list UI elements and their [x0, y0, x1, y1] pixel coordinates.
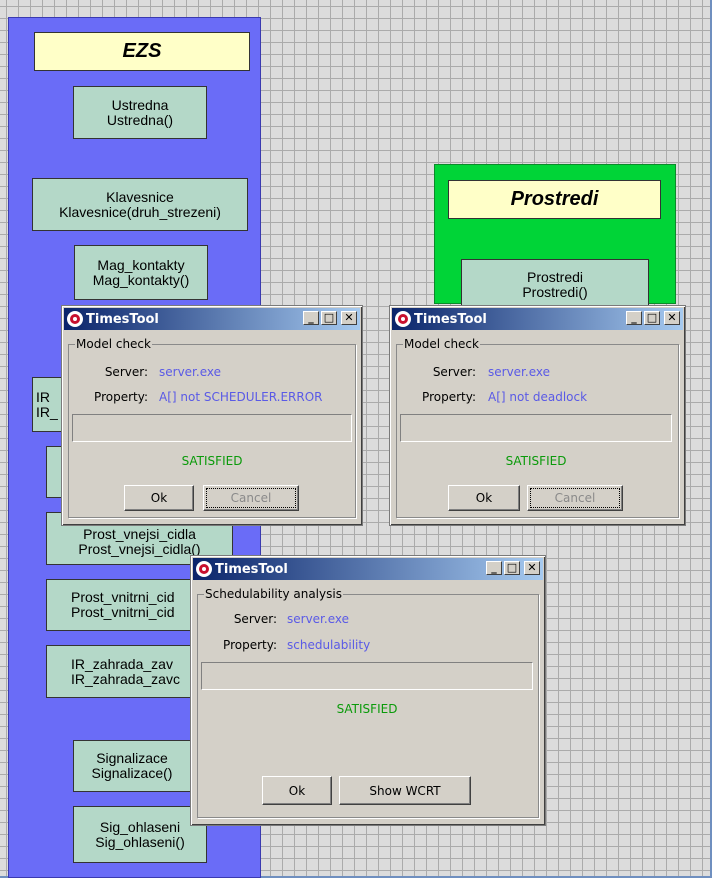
- process-mag-kontakty[interactable]: Mag_kontakty Mag_kontakty(): [74, 245, 208, 300]
- process-signalizace[interactable]: Signalizace Signalizace(): [73, 740, 191, 792]
- process-name: Prost_vnitrni_cid: [71, 589, 175, 605]
- process-call: IR_: [36, 403, 58, 420]
- server-label: Server:: [432, 365, 476, 379]
- group-label: Model check: [75, 337, 152, 351]
- maximize-button[interactable]: □: [644, 311, 660, 325]
- property-value: schedulability: [287, 638, 371, 652]
- dialog-schedulability-analysis[interactable]: TimesTool _ □ ✕ Schedulability analysis …: [190, 555, 546, 826]
- ok-button[interactable]: Ok: [124, 485, 194, 511]
- process-call: IR_zahrada_zavc: [71, 670, 180, 687]
- process-call: Klavesnice(druh_strezeni): [59, 203, 221, 220]
- dialog-model-check-scheduler[interactable]: TimesTool _ □ ✕ Model check Server: serv…: [61, 305, 363, 526]
- dialog-title: TimesTool: [414, 311, 487, 327]
- status-text: SATISFIED: [181, 454, 243, 468]
- system-ezs-title[interactable]: EZS: [34, 32, 250, 71]
- process-name: Signalizace: [96, 750, 168, 766]
- minimize-button[interactable]: _: [626, 311, 642, 325]
- maximize-button[interactable]: □: [504, 561, 520, 575]
- process-call: Prost_vnejsi_cidla(): [78, 541, 201, 557]
- property-label: Property:: [223, 638, 277, 652]
- minimize-button[interactable]: _: [486, 561, 502, 575]
- server-value: server.exe: [488, 365, 550, 379]
- server-label: Server:: [104, 365, 148, 379]
- process-ir-zahrada[interactable]: IR_zahrada_zav IR_zahrada_zavc: [46, 645, 194, 698]
- times-tool-icon: [196, 561, 212, 577]
- property-label: Property:: [422, 390, 476, 404]
- server-value: server.exe: [287, 612, 349, 626]
- dialog-title: TimesTool: [215, 561, 288, 577]
- close-button[interactable]: ✕: [341, 311, 357, 325]
- dialog-titlebar[interactable]: TimesTool _ □ ✕: [392, 308, 683, 330]
- dialog-titlebar[interactable]: TimesTool _ □ ✕: [64, 308, 360, 330]
- process-call: Sig_ohlaseni(): [95, 833, 185, 850]
- progress-field: [72, 414, 352, 442]
- close-button[interactable]: ✕: [524, 561, 540, 575]
- group-label: Model check: [403, 337, 480, 351]
- dialog-titlebar[interactable]: TimesTool _ □ ✕: [193, 558, 543, 580]
- process-call: Signalizace(): [91, 765, 173, 781]
- process-prostredi[interactable]: Prostredi Prostredi(): [461, 259, 649, 305]
- process-name: Mag_kontakty: [97, 256, 185, 273]
- progress-field: [400, 414, 672, 442]
- cancel-button[interactable]: Cancel: [527, 485, 623, 511]
- dialog-title: TimesTool: [86, 311, 159, 327]
- editor-canvas[interactable]: EZS Ustredna Ustredna() Klavesnice Klave…: [0, 0, 712, 878]
- process-name: Ustredna: [111, 96, 169, 113]
- process-name: IR: [36, 388, 50, 405]
- status-text: SATISFIED: [505, 454, 567, 468]
- cancel-button[interactable]: Cancel: [203, 485, 299, 511]
- process-name: Klavesnice: [106, 188, 174, 205]
- process-ustredna[interactable]: Ustredna Ustredna(): [73, 86, 207, 139]
- progress-field: [201, 662, 533, 690]
- property-value: A[] not SCHEDULER.ERROR: [159, 390, 323, 404]
- status-text: SATISFIED: [336, 702, 398, 716]
- times-tool-icon: [67, 311, 83, 327]
- process-call: Ustredna(): [106, 111, 174, 128]
- group-label: Schedulability analysis: [204, 587, 343, 601]
- show-wcrt-button[interactable]: Show WCRT: [339, 776, 471, 805]
- system-prostredi[interactable]: Prostredi Prostredi Prostredi(): [434, 164, 676, 305]
- ok-button[interactable]: Ok: [262, 776, 332, 805]
- server-value: server.exe: [159, 365, 221, 379]
- minimize-button[interactable]: _: [303, 311, 319, 325]
- process-name: Sig_ohlaseni: [99, 818, 181, 835]
- process-name: Prost_vnejsi_cidla: [83, 526, 196, 542]
- system-prostredi-title[interactable]: Prostredi: [448, 180, 661, 219]
- dialog-model-check-deadlock[interactable]: TimesTool _ □ ✕ Model check Server: serv…: [389, 305, 686, 526]
- property-value: A[] not deadlock: [488, 390, 588, 404]
- process-prost-vnitrni-cidla[interactable]: Prost_vnitrni_cid Prost_vnitrni_cid: [46, 579, 194, 631]
- process-sig-ohlaseni[interactable]: Sig_ohlaseni Sig_ohlaseni(): [73, 806, 207, 863]
- process-call: Prostredi(): [522, 284, 588, 300]
- process-call: Prost_vnitrni_cid: [71, 604, 175, 620]
- property-label: Property:: [94, 390, 148, 404]
- ok-button[interactable]: Ok: [448, 485, 520, 511]
- process-klavesnice[interactable]: Klavesnice Klavesnice(druh_strezeni): [32, 178, 248, 231]
- process-name: Prostredi: [526, 269, 584, 285]
- server-label: Server:: [233, 612, 277, 626]
- process-call: Mag_kontakty(): [92, 271, 190, 288]
- close-button[interactable]: ✕: [664, 311, 680, 325]
- process-name: IR_zahrada_zav: [71, 655, 173, 672]
- times-tool-icon: [395, 311, 411, 327]
- maximize-button[interactable]: □: [321, 311, 337, 325]
